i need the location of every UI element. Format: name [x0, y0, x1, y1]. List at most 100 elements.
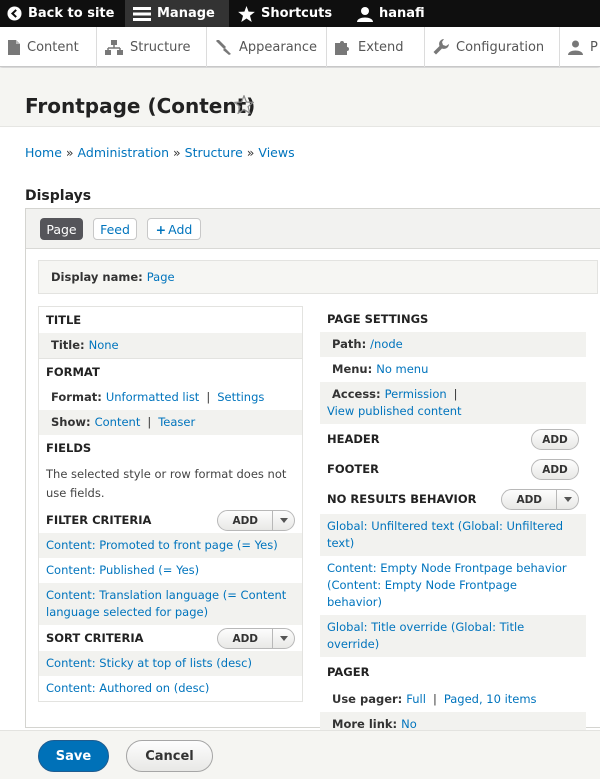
- tray-item-extend[interactable]: Extend: [327, 27, 425, 67]
- breadcrumb: Home » Administration » Structure » View…: [25, 145, 295, 160]
- shortcuts-tab[interactable]: Shortcuts: [229, 0, 345, 27]
- header-add-label: Add: [542, 433, 568, 446]
- title-value-link[interactable]: None: [89, 338, 119, 352]
- add-display-button[interactable]: + Add: [147, 218, 201, 240]
- tray-item-appearance[interactable]: Appearance: [207, 27, 327, 67]
- tray-label-appearance: Appearance: [239, 39, 318, 55]
- menu-value-link[interactable]: No menu: [376, 362, 428, 376]
- left-column: TITLE Title: None FORMAT Format: Unformatt…: [38, 306, 303, 702]
- cancel-button[interactable]: Cancel: [126, 740, 213, 772]
- paintbrush-icon: [216, 39, 231, 55]
- no-results-item-link[interactable]: Global: Unfiltered text (Global: Unfilte…: [327, 519, 563, 550]
- no-results-item: Global: Unfiltered text (Global: Unfilte…: [320, 514, 586, 556]
- sort-item-link[interactable]: Content: Authored on (desc): [46, 681, 209, 695]
- use-pager-value-link[interactable]: Full: [406, 692, 426, 706]
- no-results-add-button[interactable]: Add: [501, 489, 579, 510]
- page-header: Frontpage (Content): [0, 68, 600, 127]
- breadcrumb-views[interactable]: Views: [258, 145, 294, 160]
- puzzle-icon: [335, 40, 349, 55]
- more-link-value-link[interactable]: No: [401, 717, 417, 731]
- show-label: Show:: [51, 415, 91, 429]
- save-button[interactable]: Save: [38, 740, 109, 772]
- filter-criteria-title: FILTER CRITERIA: [46, 513, 152, 527]
- format-settings-link[interactable]: Settings: [217, 390, 264, 404]
- page-settings-heading: PAGE SETTINGS: [327, 312, 429, 326]
- menu-row: Menu: No menu: [320, 357, 586, 382]
- show-value-link[interactable]: Content: [95, 415, 141, 429]
- tray-item-structure[interactable]: Structure: [97, 27, 207, 67]
- footer-section-heading: FOOTER Add: [320, 454, 586, 484]
- no-results-item-link[interactable]: Global: Title override (Global: Title ov…: [327, 620, 524, 651]
- admin-tray: Content Structure Appearance Extend Conf…: [0, 27, 600, 67]
- display-tabs: Page Feed + Add: [26, 209, 600, 249]
- no-results-item-link[interactable]: Content: Empty Node Frontpage behavior (…: [327, 561, 567, 609]
- access-row: Access: Permission | View published conten…: [320, 382, 586, 424]
- use-pager-row: Use pager: Full | Paged, 10 items: [320, 687, 586, 712]
- back-to-site-link[interactable]: Back to site: [0, 0, 125, 27]
- filter-criteria-heading: FILTER CRITERIA Add: [39, 507, 302, 533]
- filter-add-button[interactable]: Add: [217, 510, 295, 531]
- tray-label-configuration: Configuration: [456, 39, 545, 55]
- filter-item-link[interactable]: Content: Translation language (= Content…: [46, 588, 286, 619]
- display-name-row: Display name: Page: [38, 260, 598, 294]
- filter-item-link[interactable]: Content: Published (= Yes): [46, 563, 199, 577]
- tray-label-extend: Extend: [358, 39, 404, 55]
- dropdown-arrow-icon[interactable]: [272, 511, 294, 530]
- title-section-heading: TITLE: [46, 313, 82, 327]
- display-name-label: Display name:: [51, 270, 143, 284]
- no-results-title: NO RESULTS BEHAVIOR: [327, 492, 477, 506]
- dropdown-arrow-icon[interactable]: [272, 629, 294, 648]
- shortcuts-label: Shortcuts: [261, 6, 333, 21]
- access-detail-link[interactable]: View published content: [327, 404, 462, 418]
- path-row: Path:/node: [320, 332, 586, 357]
- display-name-link[interactable]: Page: [147, 270, 175, 284]
- footer-add-button[interactable]: Add: [531, 459, 579, 480]
- pager-detail-link[interactable]: Paged, 10 items: [444, 692, 537, 706]
- breadcrumb-structure[interactable]: Structure: [185, 145, 243, 160]
- path-value-link[interactable]: /node: [370, 337, 403, 351]
- fields-note: The selected style or row format does no…: [46, 467, 287, 500]
- user-tab[interactable]: hanafi: [345, 0, 425, 27]
- page-title: Frontpage (Content): [25, 94, 256, 118]
- tray-label-people: P: [590, 39, 598, 55]
- footer-add-label: Add: [542, 463, 568, 476]
- header-section-heading: HEADER Add: [320, 424, 586, 454]
- access-value-link[interactable]: Permission: [385, 387, 447, 401]
- filter-item-link[interactable]: Content: Promoted to front page (= Yes): [46, 538, 278, 552]
- access-label: Access:: [332, 387, 381, 401]
- tray-label-content: Content: [27, 39, 79, 55]
- sort-add-button[interactable]: Add: [217, 628, 295, 649]
- back-to-site-label: Back to site: [28, 6, 115, 21]
- breadcrumb-administration[interactable]: Administration: [78, 145, 169, 160]
- tab-feed[interactable]: Feed: [93, 218, 137, 240]
- sort-item: Content: Sticky at top of lists (desc): [39, 651, 302, 676]
- filter-item: Content: Promoted to front page (= Yes): [39, 533, 302, 558]
- displays-panel: Page Feed + Add Display name: Page TITLE…: [25, 208, 600, 737]
- sort-item: Content: Authored on (desc): [39, 676, 302, 701]
- people-icon: [568, 40, 583, 55]
- admin-toolbar: Back to site Manage Shortcuts hanafi: [0, 0, 600, 27]
- header-add-button[interactable]: Add: [531, 429, 579, 450]
- shortcut-star-icon[interactable]: [234, 95, 254, 114]
- format-value-link[interactable]: Unformatted list: [106, 390, 200, 404]
- tab-page[interactable]: Page: [40, 218, 83, 240]
- add-display-label: Add: [168, 221, 193, 237]
- user-icon: [357, 6, 373, 22]
- sort-item-link[interactable]: Content: Sticky at top of lists (desc): [46, 656, 252, 670]
- tray-item-content[interactable]: Content: [0, 27, 97, 67]
- filter-item: Content: Translation language (= Content…: [39, 583, 302, 625]
- manage-tab[interactable]: Manage: [125, 0, 229, 27]
- filter-add-label: Add: [232, 514, 258, 527]
- tray-item-configuration[interactable]: Configuration: [425, 27, 560, 67]
- title-row: Title: None: [39, 333, 302, 358]
- sort-add-label: Add: [232, 632, 258, 645]
- no-results-heading: NO RESULTS BEHAVIOR Add: [320, 484, 586, 514]
- format-label: Format:: [51, 390, 102, 404]
- no-results-item: Content: Empty Node Frontpage behavior (…: [320, 556, 586, 615]
- wrench-icon: [433, 39, 449, 55]
- manage-label: Manage: [157, 6, 215, 21]
- breadcrumb-home[interactable]: Home: [25, 145, 62, 160]
- tray-item-people[interactable]: P: [560, 27, 600, 67]
- teaser-link[interactable]: Teaser: [158, 415, 195, 429]
- dropdown-arrow-icon[interactable]: [556, 490, 578, 509]
